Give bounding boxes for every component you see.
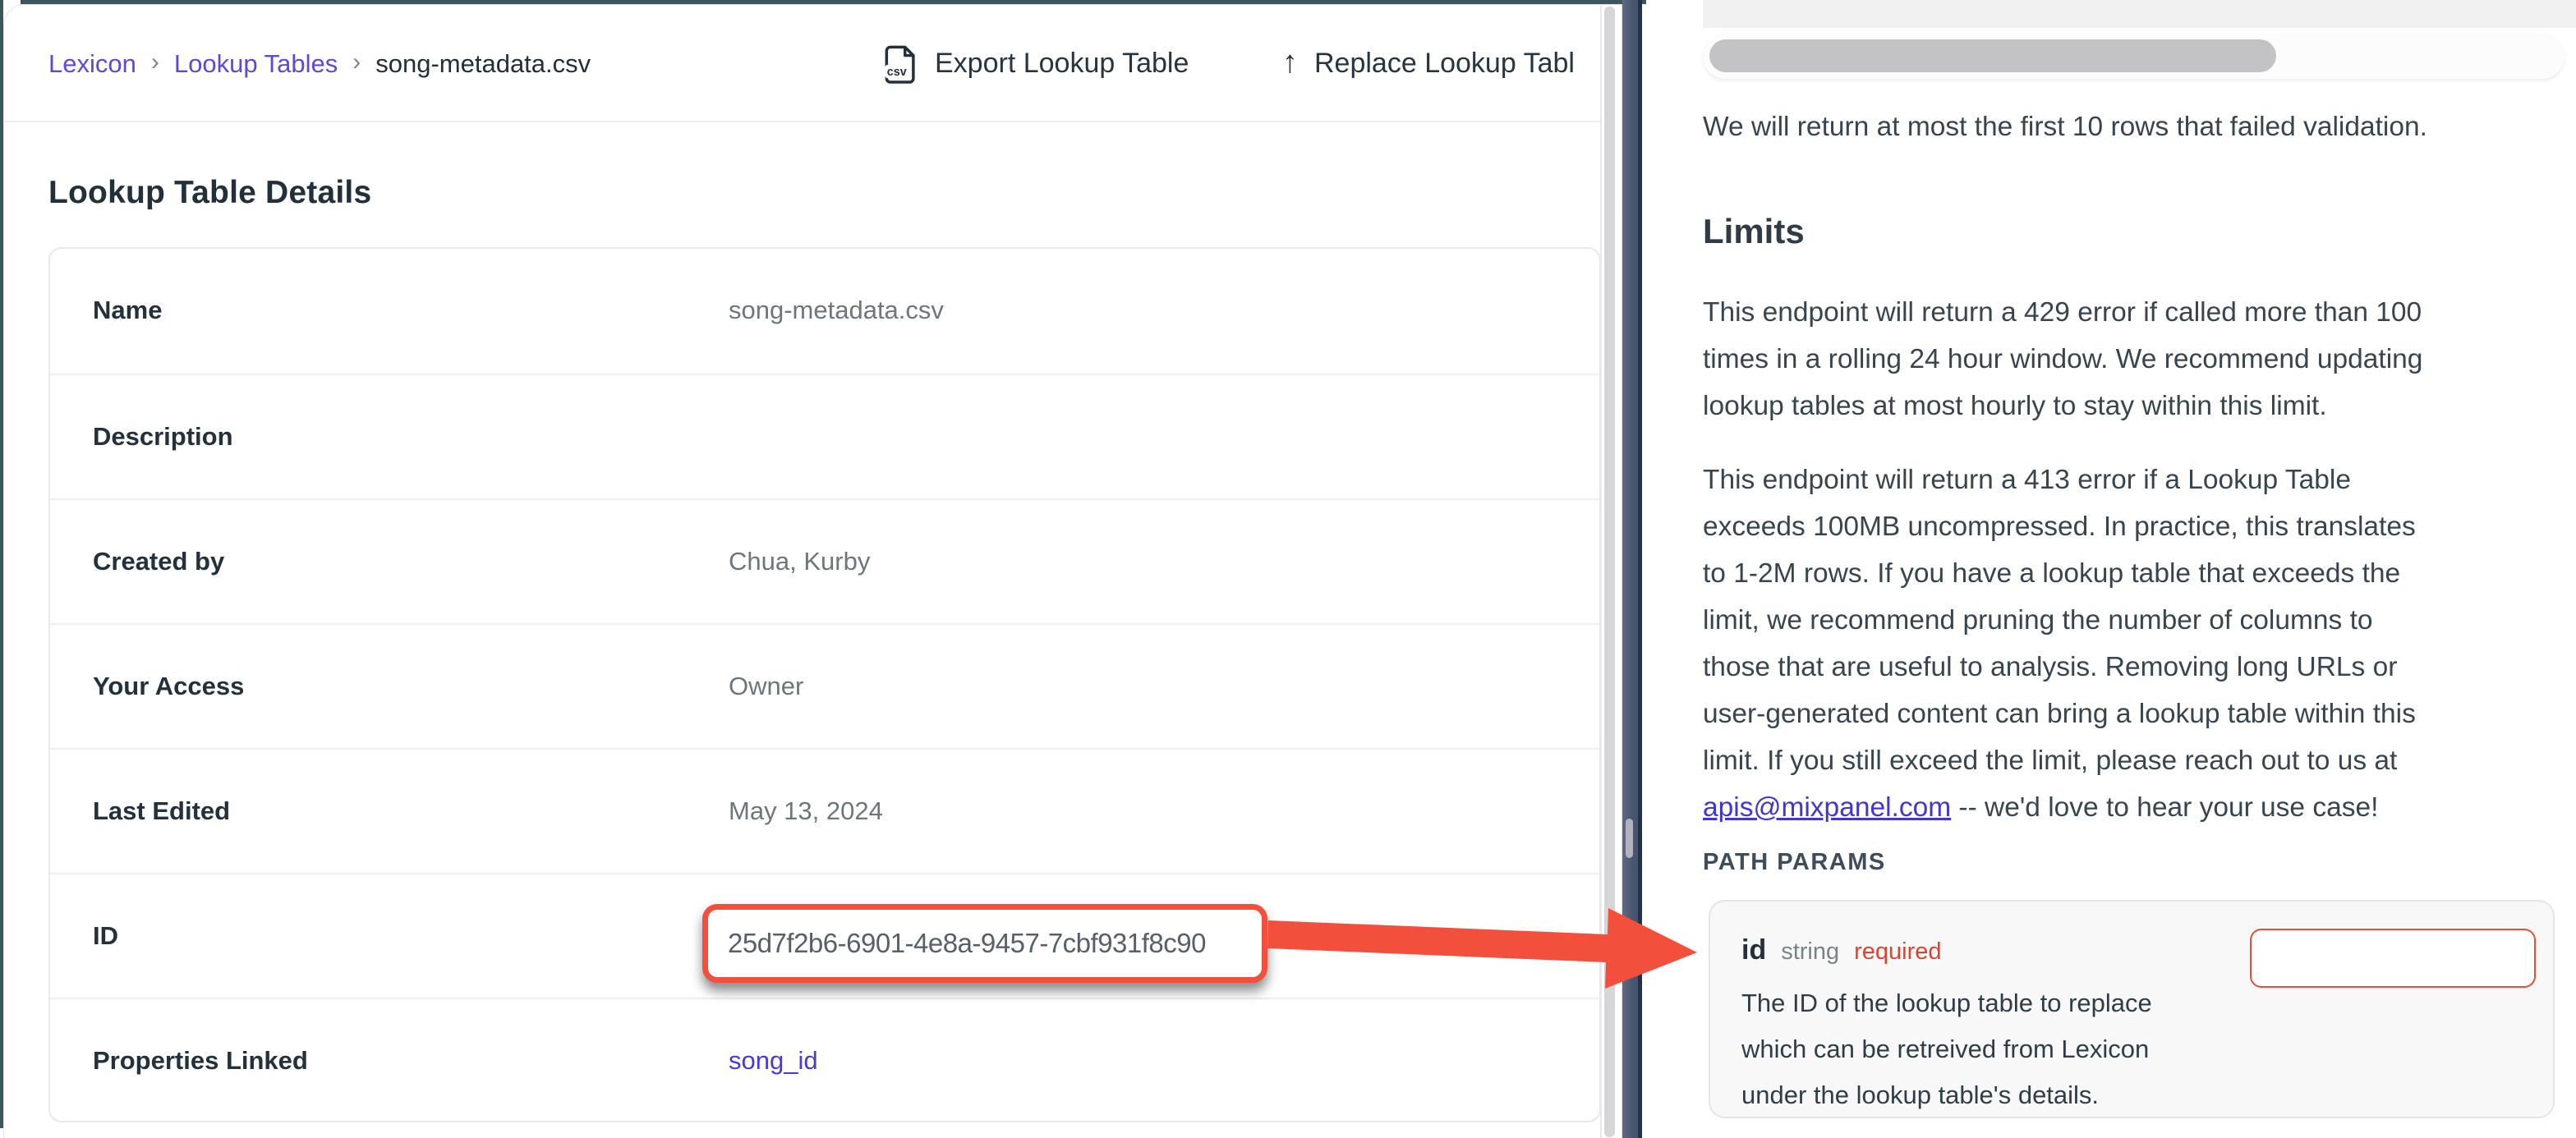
param-header: id string required <box>1741 934 1942 966</box>
table-row-your-access: Your Access Owner <box>50 623 1599 748</box>
param-description: The ID of the lookup table to replace wh… <box>1741 980 2201 1118</box>
api-docs-panel: We will return at most the first 10 rows… <box>1646 0 2576 1138</box>
left-window-vertical-scrollbar[interactable] <box>1604 7 1615 1137</box>
song-id-property-link[interactable]: song_id <box>729 999 818 1122</box>
csv-file-icon: csv <box>884 44 918 85</box>
window-divider-handle[interactable] <box>1626 819 1633 858</box>
param-type: string <box>1781 938 1839 966</box>
docs-horizontal-scrollbar[interactable] <box>1703 33 2564 79</box>
table-row-name: Name song-metadata.csv <box>50 249 1599 374</box>
export-lookup-table-button[interactable]: csv Export Lookup Table <box>884 5 1189 122</box>
path-params-section-label: PATH PARAMS <box>1703 849 1886 876</box>
table-row-last-edited: Last Edited May 13, 2024 <box>50 748 1599 873</box>
row-value: song-metadata.csv <box>729 249 944 372</box>
param-required-badge: required <box>1854 938 1941 966</box>
row-label: ID <box>93 874 118 998</box>
row-label: Properties Linked <box>93 999 308 1122</box>
breadcrumb-current-file: song-metadata.csv <box>375 49 591 79</box>
table-row-created-by: Created by Chua, Kurby <box>50 498 1599 623</box>
page-title: Lookup Table Details <box>48 175 371 211</box>
param-name: id <box>1741 934 1766 966</box>
export-button-label: Export Lookup Table <box>935 48 1189 80</box>
row-label: Description <box>93 375 233 498</box>
svg-text:csv: csv <box>887 66 907 79</box>
limits-heading: Limits <box>1703 210 2565 253</box>
limits-paragraph-413: This endpoint will return a 413 error if… <box>1703 457 2565 831</box>
id-value-highlight-box: 25d7f2b6-6901-4e8a-9457-7cbf931f8c90 <box>702 904 1267 983</box>
row-label: Name <box>93 249 162 372</box>
lookup-table-details-card: Name song-metadata.csv Description Creat… <box>48 247 1601 1122</box>
table-row-id: ID 25d7f2b6-6901-4e8a-9457-7cbf931f8c90 <box>50 873 1599 998</box>
replace-button-label: Replace Lookup Tabl <box>1314 48 1575 80</box>
limits-paragraph-413-body: This endpoint will return a 413 error if… <box>1703 465 2416 776</box>
lexicon-header: Lexicon › Lookup Tables › song-metadata.… <box>4 5 1600 122</box>
lexicon-window: Lexicon › Lookup Tables › song-metadata.… <box>3 4 1622 1138</box>
breadcrumb-separator: › <box>151 48 159 76</box>
table-row-description: Description <box>50 374 1599 498</box>
limits-paragraph-429: This endpoint will return a 429 error if… <box>1703 289 2565 429</box>
row-value: May 13, 2024 <box>729 750 883 873</box>
content-scroll-gutter-line <box>1600 5 1602 1138</box>
upload-arrow-icon: ↑ <box>1282 47 1298 78</box>
docs-intro-text: We will return at most the first 10 rows… <box>1703 103 2565 150</box>
row-label: Last Edited <box>93 750 230 873</box>
row-value: Owner <box>729 625 803 748</box>
replace-lookup-table-button[interactable]: ↑ Replace Lookup Tabl <box>1282 5 1575 122</box>
breadcrumb-lookup-tables-link[interactable]: Lookup Tables <box>174 49 338 79</box>
breadcrumb-lexicon-link[interactable]: Lexicon <box>48 49 136 79</box>
table-row-properties-linked: Properties Linked song_id <box>50 998 1599 1122</box>
row-label: Created by <box>93 500 224 623</box>
docs-horizontal-scrollbar-thumb[interactable] <box>1709 39 2276 72</box>
row-label: Your Access <box>93 625 244 748</box>
apis-mixpanel-email-link[interactable]: apis@mixpanel.com <box>1703 792 1951 823</box>
window-divider-bar <box>1622 0 1642 1138</box>
docs-top-band <box>1703 0 2576 28</box>
limits-paragraph-413-tail: -- we'd love to hear your use case! <box>1951 792 2378 823</box>
lookup-table-id-value: 25d7f2b6-6901-4e8a-9457-7cbf931f8c90 <box>708 928 1206 959</box>
breadcrumb-separator: › <box>352 48 361 76</box>
path-param-card: id string required The ID of the lookup … <box>1709 900 2555 1118</box>
param-id-input[interactable] <box>2250 929 2536 988</box>
row-value: Chua, Kurby <box>729 500 870 623</box>
breadcrumb: Lexicon › Lookup Tables › song-metadata.… <box>48 5 591 122</box>
